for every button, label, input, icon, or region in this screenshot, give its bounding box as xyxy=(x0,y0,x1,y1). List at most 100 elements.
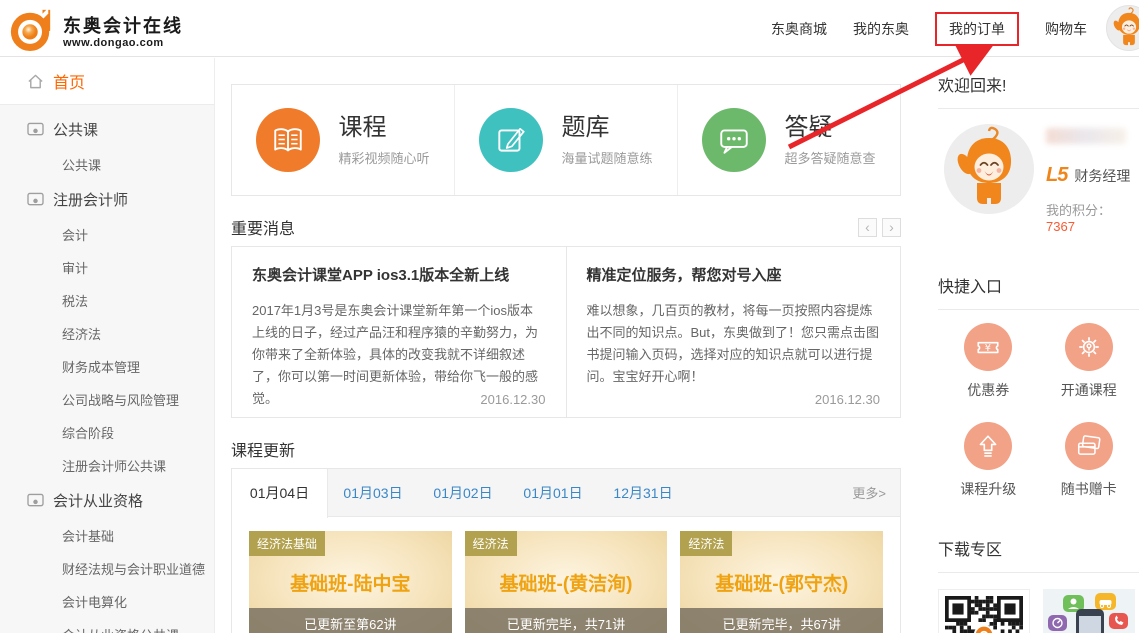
news-pager: ‹ › xyxy=(858,218,901,237)
quick-item-label: 开通课程 xyxy=(1061,380,1117,400)
user-role: 财务经理 xyxy=(1074,166,1130,186)
page: 东奥会计在线 www.dongao.com 东奥商城 我的东奥 我的订单 购物车 xyxy=(0,0,1139,633)
avatar xyxy=(944,124,1034,214)
feature-subtitle: 精彩视频随心听 xyxy=(338,148,429,167)
course-badge: 经济法基础 xyxy=(249,531,325,556)
level-badge: L5 xyxy=(1046,164,1067,187)
sidebar-section-cpa[interactable]: 注册会计师 xyxy=(0,181,214,218)
download-row xyxy=(938,589,1139,633)
sidebar-list: 公共课 公共课 注册会计师 会计 审计 税法 经济法 财务成本管理 公司战略与风… xyxy=(0,105,214,633)
user-profile: L5 财务经理 我的积分：7367 xyxy=(938,124,1139,234)
feature-text: 题库 海量试题随意练 xyxy=(561,114,652,167)
sidebar-item-financial-cost-mgmt[interactable]: 财务成本管理 xyxy=(0,350,214,383)
sidebar-item-economic-law[interactable]: 经济法 xyxy=(0,317,214,350)
quick-item-label: 优惠券 xyxy=(967,380,1009,400)
date-tabs: 01月04日 01月03日 01月02日 01月01日 12月31日 更多> xyxy=(232,469,900,517)
course-status: 已更新完毕，共67讲 xyxy=(680,608,883,633)
points-label: 我的积分： xyxy=(1046,203,1111,218)
tab-date-0104[interactable]: 01月04日 xyxy=(232,469,328,518)
sidebar-home-label: 首页 xyxy=(53,69,85,93)
sidebar-item-tax-law[interactable]: 税法 xyxy=(0,284,214,317)
mascot-icon xyxy=(944,124,1034,214)
sidebar-item-accounting-basics[interactable]: 会计基础 xyxy=(0,519,214,552)
course-board-icon xyxy=(27,122,44,137)
home-icon xyxy=(27,73,44,90)
course-card[interactable]: 经济法 基础班-(黄洁洵) 已更新完毕，共71讲 xyxy=(465,531,668,633)
tab-date-0101[interactable]: 01月01日 xyxy=(508,483,598,503)
coupon-icon: ¥ xyxy=(964,323,1012,371)
course-board-icon xyxy=(27,192,44,207)
brand-title: 东奥会计在线 xyxy=(63,15,183,37)
more-link[interactable]: 更多> xyxy=(852,483,900,502)
course-updates-title: 课程更新 xyxy=(231,437,295,461)
profile-info: L5 财务经理 我的积分：7367 xyxy=(1046,124,1139,234)
news-item-date: 2016.12.30 xyxy=(480,392,545,407)
feature-courses[interactable]: 课程 精彩视频随心听 xyxy=(232,85,454,195)
sidebar-section-label: 注册会计师 xyxy=(53,189,128,210)
course-card[interactable]: 经济法 基础班-(郭守杰) 已更新完毕，共67讲 xyxy=(680,531,883,633)
header-avatar[interactable] xyxy=(1106,5,1139,51)
course-updates-header: 课程更新 xyxy=(231,438,901,460)
sidebar-item-finance-law-ethics[interactable]: 财经法规与会计职业道德 xyxy=(0,552,214,585)
feature-title: 答疑 xyxy=(784,114,875,142)
phone-illustration-icon xyxy=(1043,589,1135,633)
news-item: 东奥会计课堂APP ios3.1版本全新上线 2017年1月3号是东奥会计课堂新… xyxy=(232,247,566,417)
course-status: 已更新至第62讲 xyxy=(249,608,452,633)
sidebar-section-public-course[interactable]: 公共课 xyxy=(0,111,214,148)
nav-item-mall[interactable]: 东奥商城 xyxy=(771,19,827,39)
sidebar-section-accounting-qualification[interactable]: 会计从业资格 xyxy=(0,482,214,519)
sidebar-item-public-course[interactable]: 公共课 xyxy=(0,148,214,181)
qrcode-image xyxy=(945,596,1023,633)
feature-question-bank[interactable]: 题库 海量试题随意练 xyxy=(454,85,677,195)
news-item-title[interactable]: 东奥会计课堂APP ios3.1版本全新上线 xyxy=(252,264,546,285)
sidebar-item-strategy-risk[interactable]: 公司战略与风险管理 xyxy=(0,383,214,416)
feature-text: 答疑 超多答疑随意查 xyxy=(784,114,875,167)
quick-item-coupon[interactable]: ¥ 优惠券 xyxy=(938,323,1039,400)
feature-title: 题库 xyxy=(561,114,652,142)
sidebar-item-comprehensive-stage[interactable]: 综合阶段 xyxy=(0,416,214,449)
gift-card-icon xyxy=(1065,422,1113,470)
news-item-title[interactable]: 精准定位服务，帮您对号入座 xyxy=(587,264,881,285)
activate-course-icon xyxy=(1065,323,1113,371)
quick-item-activate-course[interactable]: 开通课程 xyxy=(1039,323,1139,400)
chevron-left-icon[interactable]: ‹ xyxy=(858,218,877,237)
sidebar-item-auditing[interactable]: 审计 xyxy=(0,251,214,284)
quick-entry-title: 快捷入口 xyxy=(938,258,1139,310)
course-status: 已更新完毕，共71讲 xyxy=(465,608,668,633)
news-item-date: 2016.12.30 xyxy=(815,392,880,407)
news-box: 东奥会计课堂APP ios3.1版本全新上线 2017年1月3号是东奥会计课堂新… xyxy=(231,246,901,418)
chevron-right-icon[interactable]: › xyxy=(882,218,901,237)
right-panel: 欢迎回来! xyxy=(938,57,1139,633)
sidebar-item-accounting[interactable]: 会计 xyxy=(0,218,214,251)
sidebar-section-label: 会计从业资格 xyxy=(53,490,143,511)
course-board-icon xyxy=(27,493,44,508)
sidebar-item-qualification-public-course[interactable]: 会计从业资格公共课 xyxy=(0,618,214,633)
feature-subtitle: 海量试题随意练 xyxy=(561,148,652,167)
nav-item-my-orders[interactable]: 我的订单 xyxy=(935,12,1019,46)
sidebar: 首页 公共课 公共课 注册会计师 会计 审计 税法 经济法 xyxy=(0,58,215,633)
points-row: 我的积分：7367 xyxy=(1046,200,1139,234)
quick-item-gift-card[interactable]: 随书赠卡 xyxy=(1039,422,1139,499)
brand-text: 东奥会计在线 www.dongao.com xyxy=(63,15,183,49)
sidebar-item-computerized-accounting[interactable]: 会计电算化 xyxy=(0,585,214,618)
nav-item-my-dongao[interactable]: 我的东奥 xyxy=(853,19,909,39)
feature-text: 课程 精彩视频随心听 xyxy=(338,114,429,167)
course-updates-box: 01月04日 01月03日 01月02日 01月01日 12月31日 更多> 经… xyxy=(231,468,901,633)
news-section-title: 重要消息 xyxy=(231,215,295,239)
tab-date-0103[interactable]: 01月03日 xyxy=(328,483,418,503)
course-badge: 经济法 xyxy=(680,531,732,556)
course-card[interactable]: 经济法基础 基础班-陆中宝 已更新至第62讲 xyxy=(249,531,452,633)
tab-date-0102[interactable]: 01月02日 xyxy=(418,483,508,503)
news-item-body: 难以想象，几百页的教材，将每一页按照内容提炼出不同的知识点。But，东奥做到了！… xyxy=(587,300,881,388)
brand-logo[interactable]: 东奥会计在线 www.dongao.com xyxy=(8,6,183,57)
sidebar-item-cpa-public-course[interactable]: 注册会计师公共课 xyxy=(0,449,214,482)
feature-cards: 课程 精彩视频随心听 题库 海量试题随意练 xyxy=(231,84,901,196)
welcome-title: 欢迎回来! xyxy=(938,57,1139,109)
nav-item-cart[interactable]: 购物车 xyxy=(1045,19,1087,39)
app-download-image[interactable] xyxy=(1043,589,1135,633)
quick-item-course-upgrade[interactable]: 课程升级 xyxy=(938,422,1039,499)
feature-qa[interactable]: 答疑 超多答疑随意查 xyxy=(677,85,900,195)
sidebar-item-home[interactable]: 首页 xyxy=(0,58,214,105)
pencil-icon xyxy=(479,108,543,172)
tab-date-1231[interactable]: 12月31日 xyxy=(598,483,688,503)
